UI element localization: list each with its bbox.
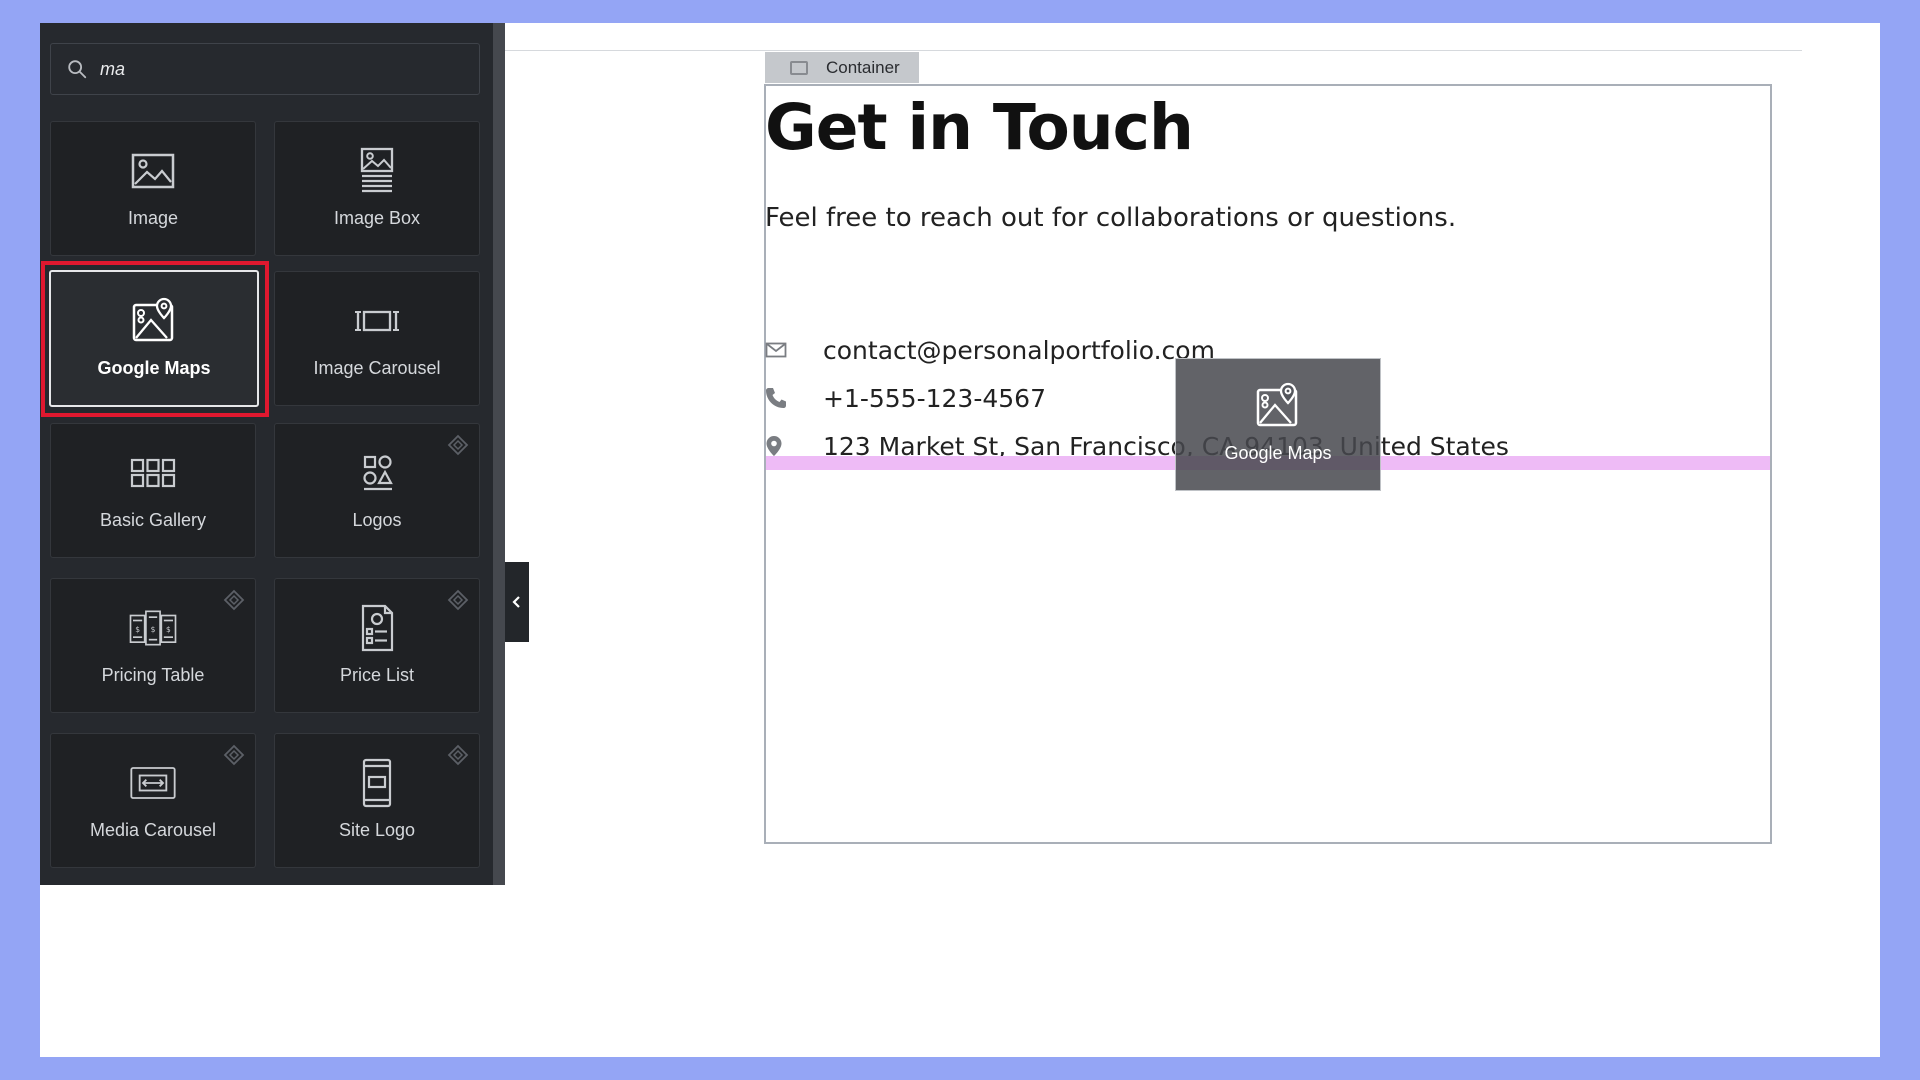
site-logo-icon: [352, 758, 402, 808]
widget-search[interactable]: [50, 43, 480, 95]
chevron-left-icon: [512, 596, 520, 608]
collapse-panel-button[interactable]: [505, 562, 529, 642]
widget-label: Price List: [339, 665, 415, 685]
media-carousel-icon: [128, 758, 178, 808]
price-list-icon: [352, 603, 402, 653]
page-subtext: Feel free to reach out for collaboration…: [765, 203, 1457, 233]
phone-icon: [765, 386, 789, 410]
contact-phone: +1-555-123-4567: [823, 383, 1046, 413]
panel-scrollbar[interactable]: [493, 23, 505, 885]
image-box-icon: [352, 146, 402, 196]
carousel-icon: [352, 296, 402, 346]
canvas-top-divider: [505, 50, 1802, 51]
widget-tile-logos[interactable]: Logos: [274, 423, 480, 558]
image-icon: [128, 146, 178, 196]
widget-label: Media Carousel: [89, 820, 217, 840]
contact-row-phone: +1-555-123-4567: [765, 381, 1046, 415]
pro-badge-icon: [447, 589, 469, 611]
pro-badge-icon: [447, 434, 469, 456]
widget-tile-image[interactable]: Image: [50, 121, 256, 256]
widget-panel: Image Image Box Google Maps Image Carous…: [40, 23, 505, 885]
container-label: Container: [826, 57, 900, 77]
editor-screen: Image Image Box Google Maps Image Carous…: [40, 23, 1880, 1057]
contact-email: contact@personalportfolio.com: [823, 335, 1215, 365]
widget-tile-image-box[interactable]: Image Box: [274, 121, 480, 256]
widget-label: Logos: [352, 510, 402, 530]
widget-tile-basic-gallery[interactable]: Basic Gallery: [50, 423, 256, 558]
map-pin-icon: [765, 434, 789, 458]
search-input[interactable]: [100, 58, 460, 80]
page-heading: Get in Touch: [765, 91, 1194, 164]
container-handle[interactable]: Container: [765, 52, 919, 83]
dragged-widget-label: Google Maps: [1224, 443, 1332, 463]
widget-tile-google-maps[interactable]: Google Maps: [49, 270, 259, 407]
svg-text:$: $: [151, 625, 156, 634]
pro-badge-icon: [223, 589, 245, 611]
widget-label: Pricing Table: [101, 665, 205, 685]
widget-label: Google Maps: [97, 358, 211, 378]
widget-tile-media-carousel[interactable]: Media Carousel: [50, 733, 256, 868]
widget-label: Image: [127, 208, 179, 228]
widget-label: Image Carousel: [313, 358, 441, 378]
envelope-icon: [765, 338, 789, 362]
pricing-table-icon: $ $ $: [128, 603, 178, 653]
widget-label: Site Logo: [338, 820, 416, 840]
container-icon: [790, 60, 808, 75]
widget-label: Image Box: [333, 208, 421, 228]
widget-tile-image-carousel[interactable]: Image Carousel: [274, 271, 480, 406]
pro-badge-icon: [223, 744, 245, 766]
contact-row-email: contact@personalportfolio.com: [765, 333, 1215, 367]
search-icon: [68, 60, 87, 79]
widget-label: Basic Gallery: [99, 510, 207, 530]
svg-text:$: $: [135, 625, 140, 634]
svg-text:$: $: [166, 625, 171, 634]
widget-tile-pricing-table[interactable]: $ $ $ Pricing Table: [50, 578, 256, 713]
map-icon: [1256, 382, 1298, 427]
gallery-grid-icon: [128, 448, 178, 498]
map-icon: [129, 296, 179, 346]
widget-tile-site-logo[interactable]: Site Logo: [274, 733, 480, 868]
logos-icon: [352, 448, 402, 498]
pro-badge-icon: [447, 744, 469, 766]
dragged-widget-google-maps[interactable]: Google Maps: [1175, 358, 1381, 491]
widget-tile-price-list[interactable]: Price List: [274, 578, 480, 713]
